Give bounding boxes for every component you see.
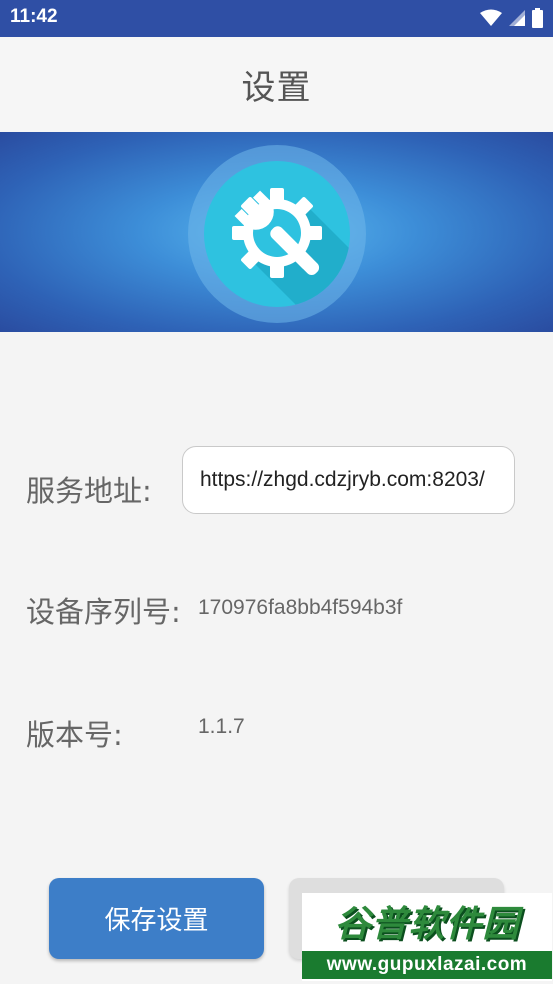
wifi-icon xyxy=(480,9,502,26)
version-label: 版本号: xyxy=(26,718,123,752)
device-serial-value: 170976fa8bb4f594b3f xyxy=(198,596,403,619)
cellular-signal-icon xyxy=(509,10,525,26)
service-address-field[interactable] xyxy=(182,446,515,514)
device-serial-label: 设备序列号: xyxy=(26,595,181,629)
app-bar: 设置 xyxy=(0,37,553,132)
service-address-input[interactable] xyxy=(200,447,514,513)
status-bar: 11:42 xyxy=(0,0,553,37)
watermark-logo: 谷普软件园 www.gupuxlazai.com xyxy=(302,893,552,981)
settings-banner xyxy=(0,132,553,332)
version-value: 1.1.7 xyxy=(198,715,245,738)
status-icons xyxy=(480,7,543,29)
page-title: 设置 xyxy=(241,68,312,108)
save-settings-button[interactable]: 保存设置 xyxy=(49,878,264,959)
service-address-label: 服务地址: xyxy=(26,474,152,508)
settings-wrench-gear-icon xyxy=(188,145,366,323)
battery-icon xyxy=(532,8,543,28)
watermark-brand: 谷普软件园 xyxy=(334,904,520,945)
watermark-url: www.gupuxlazai.com xyxy=(302,951,552,979)
status-time: 11:42 xyxy=(10,6,58,27)
